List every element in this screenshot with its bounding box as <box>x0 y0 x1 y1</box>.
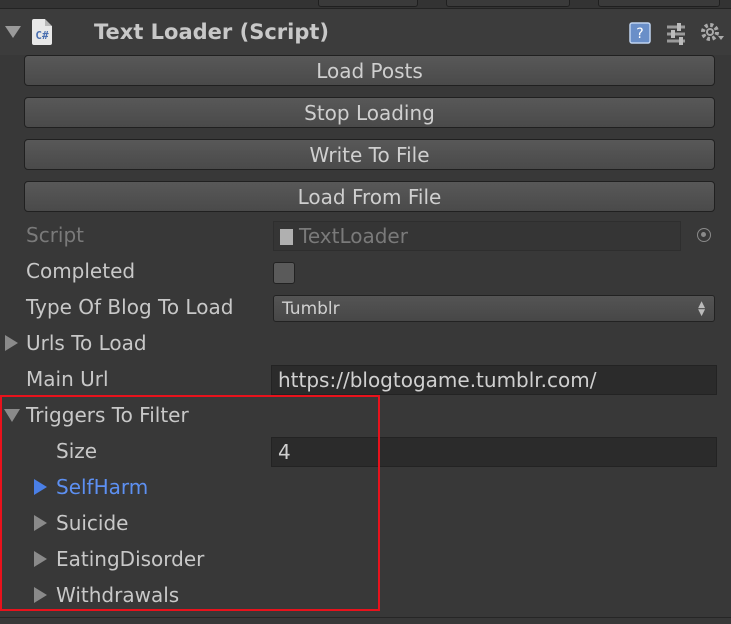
blog-type-label: Type Of Blog To Load <box>26 295 234 319</box>
object-picker-icon[interactable] <box>697 228 711 242</box>
preset-sliders-icon[interactable] <box>663 21 689 45</box>
load-from-file-button[interactable]: Load From File <box>24 181 715 212</box>
load-posts-button[interactable]: Load Posts <box>24 55 715 86</box>
blog-type-dropdown[interactable]: Tumblr ▲ ▼ <box>273 295 715 322</box>
annotation-highlight-box <box>0 395 380 611</box>
csharp-script-icon: C# <box>32 19 52 45</box>
write-to-file-button[interactable]: Write To File <box>24 139 715 170</box>
dropdown-arrows-icon: ▲ ▼ <box>698 300 705 318</box>
component-title: Text Loader (Script) <box>94 20 329 44</box>
fold-arrow-icon[interactable] <box>5 26 21 38</box>
urls-foldout-arrow-icon[interactable] <box>5 335 18 351</box>
main-url-label: Main Url <box>26 367 109 391</box>
gear-icon[interactable] <box>699 21 725 45</box>
top-strip-segment <box>598 0 720 7</box>
script-label: Script <box>26 223 85 247</box>
stop-loading-button[interactable]: Stop Loading <box>24 97 715 128</box>
completed-label: Completed <box>26 259 136 283</box>
script-value: TextLoader <box>299 224 408 248</box>
blog-type-value: Tumblr <box>282 299 340 319</box>
script-field: TextLoader <box>273 221 681 251</box>
component-header[interactable]: C# Text Loader (Script) ? <box>0 8 731 55</box>
script-file-icon <box>280 229 293 245</box>
main-url-input[interactable]: https://blogtogame.tumblr.com/ <box>271 365 717 395</box>
top-strip <box>0 0 731 8</box>
header-icons: ? <box>627 21 725 45</box>
divider <box>0 617 731 618</box>
svg-text:?: ? <box>636 26 643 42</box>
help-book-icon[interactable]: ? <box>627 21 653 45</box>
top-strip-segment <box>318 0 418 7</box>
top-strip-segment <box>446 0 570 7</box>
completed-checkbox[interactable] <box>273 262 295 284</box>
urls-foldout-label[interactable]: Urls To Load <box>26 331 147 355</box>
